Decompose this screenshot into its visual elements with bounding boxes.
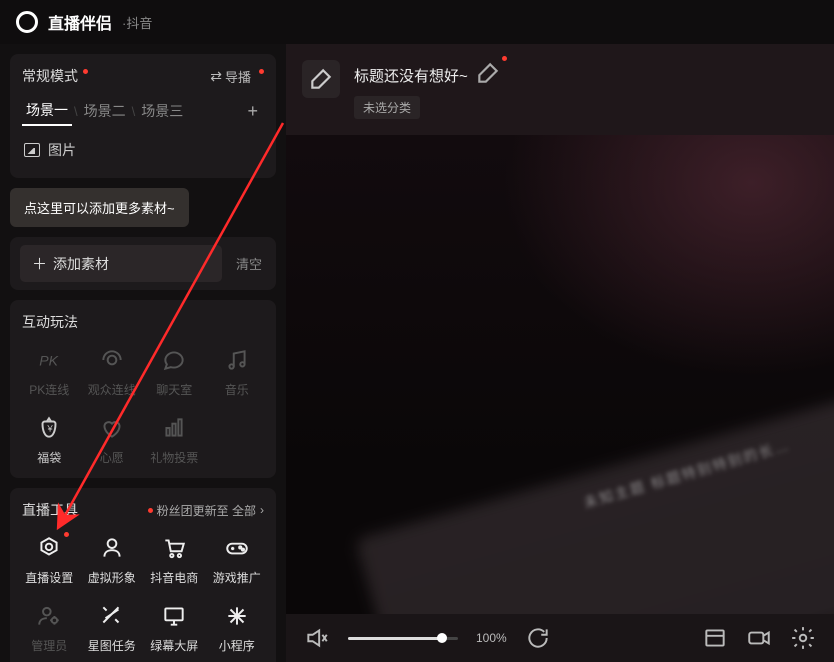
image-icon <box>24 143 40 157</box>
scene-tab-1[interactable]: 场景一 <box>22 96 72 126</box>
swap-icon: ⇄ <box>210 68 222 85</box>
miniapp-icon <box>223 602 251 630</box>
layout-icon <box>702 625 728 651</box>
fans-update-link[interactable]: 粉丝团更新至 全部 › <box>148 502 264 519</box>
screen-icon <box>160 602 188 630</box>
clear-button[interactable]: 清空 <box>232 248 266 279</box>
notification-dot-icon <box>148 508 153 513</box>
pk-icon: PK <box>35 346 63 374</box>
svg-text:PK: PK <box>40 352 59 368</box>
item-pk[interactable]: PK PK连线 <box>22 346 77 398</box>
chevron-right-icon: › <box>260 503 264 517</box>
main-header: 标题还没有想好~ 未选分类 <box>286 44 834 135</box>
layout-button[interactable] <box>702 625 728 651</box>
tools-panel: 直播工具 粉丝团更新至 全部 › 直播设置 虚拟形象 <box>10 488 276 662</box>
chat-icon <box>160 346 188 374</box>
sidebar: 常规模式 ⇄ 导播 场景一 \ 场景二 \ 场景三 + 图片 <box>0 44 286 662</box>
item-admin[interactable]: 管理员 <box>22 602 77 654</box>
item-ecommerce[interactable]: 抖音电商 <box>147 534 202 586</box>
bag-icon: ￥ <box>35 414 63 442</box>
edit-icon <box>308 66 334 92</box>
titlebar: 直播伴侣 ·抖音 <box>0 0 834 44</box>
main-area: 标题还没有想好~ 未选分类 未知主题 标题特别特别的长… <box>286 44 834 662</box>
avatar-icon <box>98 534 126 562</box>
item-gift-vote[interactable]: 礼物投票 <box>147 414 202 466</box>
camera-icon <box>746 625 772 651</box>
source-item-image[interactable]: 图片 <box>22 134 264 166</box>
edit-cover-button[interactable] <box>302 60 340 98</box>
item-virtual-avatar[interactable]: 虚拟形象 <box>85 534 140 586</box>
scene-tabs: 场景一 \ 场景二 \ 场景三 + <box>22 96 264 126</box>
refresh-icon <box>525 625 551 651</box>
item-game-promo[interactable]: 游戏推广 <box>210 534 265 586</box>
notification-dot-icon <box>502 56 507 61</box>
star-task-icon <box>98 602 126 630</box>
notification-dot-icon <box>83 69 88 74</box>
scene-tab-3[interactable]: 场景三 <box>137 97 187 125</box>
svg-text:￥: ￥ <box>46 423 55 433</box>
scenes-panel: 常规模式 ⇄ 导播 场景一 \ 场景二 \ 场景三 + 图片 <box>10 54 276 178</box>
category-selector[interactable]: 未选分类 <box>354 96 420 119</box>
speaker-icon <box>304 625 330 651</box>
mute-button[interactable] <box>304 625 330 651</box>
notification-dot-icon <box>259 69 264 74</box>
material-actions: ＋ 添加素材 清空 <box>10 237 276 290</box>
camera-button[interactable] <box>746 625 772 651</box>
app-subtitle: ·抖音 <box>122 13 152 32</box>
bottom-controls: 100% <box>286 614 834 662</box>
stream-title: 标题还没有想好~ <box>354 65 468 86</box>
tools-title: 直播工具 <box>22 500 78 520</box>
app-title: 直播伴侣 <box>48 10 112 34</box>
gear-icon <box>790 625 816 651</box>
refresh-button[interactable] <box>525 625 551 651</box>
item-green-screen[interactable]: 绿幕大屏 <box>147 602 202 654</box>
volume-slider[interactable] <box>348 637 458 640</box>
app-logo-icon <box>16 11 38 33</box>
item-wish[interactable]: 心愿 <box>85 414 140 466</box>
item-audience-link[interactable]: 观众连线 <box>85 346 140 398</box>
guide-button[interactable]: ⇄ 导播 <box>210 67 264 86</box>
wish-icon <box>98 414 126 442</box>
mode-selector[interactable]: 常规模式 <box>22 66 88 86</box>
item-music[interactable]: 音乐 <box>210 346 265 398</box>
interactive-title: 互动玩法 <box>22 312 264 332</box>
pencil-icon <box>475 60 501 86</box>
plus-icon: ＋ <box>32 253 47 274</box>
add-material-tooltip: 点这里可以添加更多素材~ <box>10 188 189 227</box>
interactive-panel: 互动玩法 PK PK连线 观众连线 聊天室 音乐 <box>10 300 276 478</box>
edit-title-button[interactable] <box>475 60 501 90</box>
item-star-task[interactable]: 星图任务 <box>85 602 140 654</box>
item-chatroom[interactable]: 聊天室 <box>147 346 202 398</box>
gamepad-icon <box>223 534 251 562</box>
add-material-button[interactable]: ＋ 添加素材 <box>20 245 222 282</box>
add-scene-button[interactable]: + <box>241 99 264 124</box>
item-miniapp[interactable]: 小程序 <box>210 602 265 654</box>
item-live-settings[interactable]: 直播设置 <box>22 534 77 586</box>
settings-icon <box>35 534 63 562</box>
music-icon <box>223 346 251 374</box>
settings-gear-button[interactable] <box>790 625 816 651</box>
preview-canvas[interactable]: 未知主题 标题特别特别的长… <box>286 135 834 614</box>
scene-tab-2[interactable]: 场景二 <box>80 97 130 125</box>
item-lucky-bag[interactable]: ￥ 福袋 <box>22 414 77 466</box>
volume-label: 100% <box>476 631 507 645</box>
cart-icon <box>160 534 188 562</box>
notification-dot-icon <box>64 532 69 537</box>
vote-icon <box>160 414 188 442</box>
admin-icon <box>35 602 63 630</box>
link-icon <box>98 346 126 374</box>
